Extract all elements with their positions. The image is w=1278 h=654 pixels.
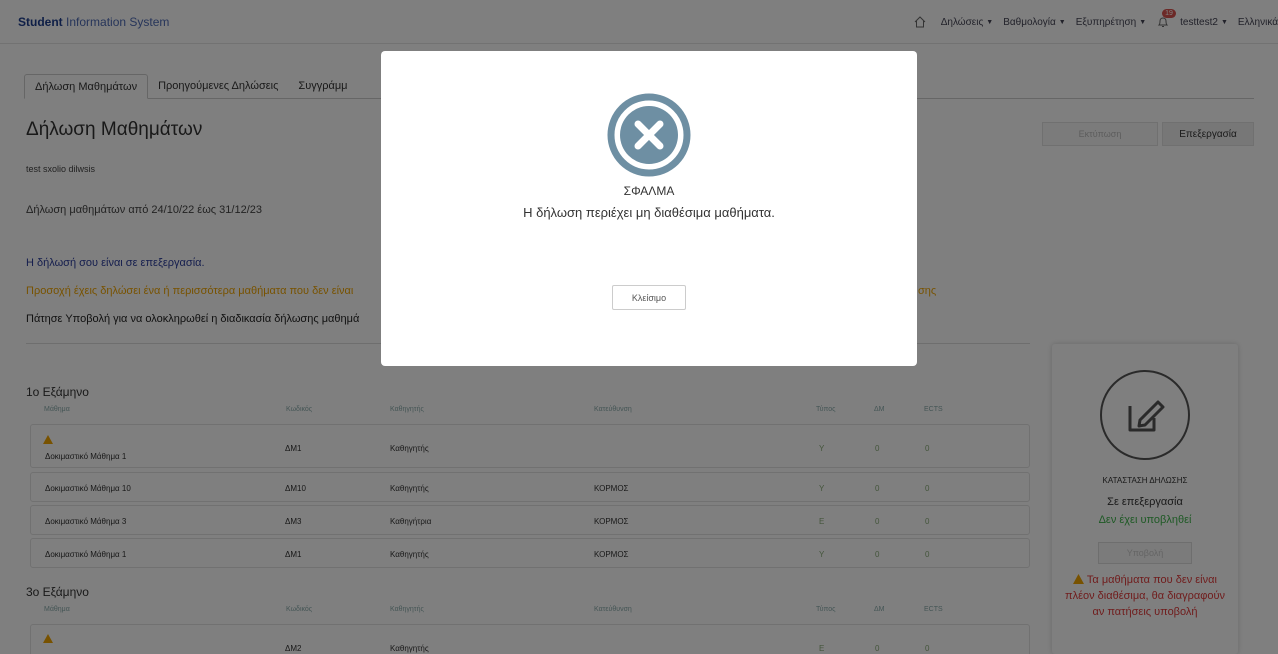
close-button[interactable]: Κλείσιμο	[612, 285, 686, 310]
error-dialog: ΣΦΑΛΜΑ Η δήλωση περιέχει μη διαθέσιμα μα…	[381, 51, 917, 366]
dialog-title: ΣΦΑΛΜΑ	[623, 184, 675, 198]
close-circle-icon	[607, 93, 691, 177]
dialog-message: Η δήλωση περιέχει μη διαθέσιμα μαθήματα.	[523, 205, 775, 220]
